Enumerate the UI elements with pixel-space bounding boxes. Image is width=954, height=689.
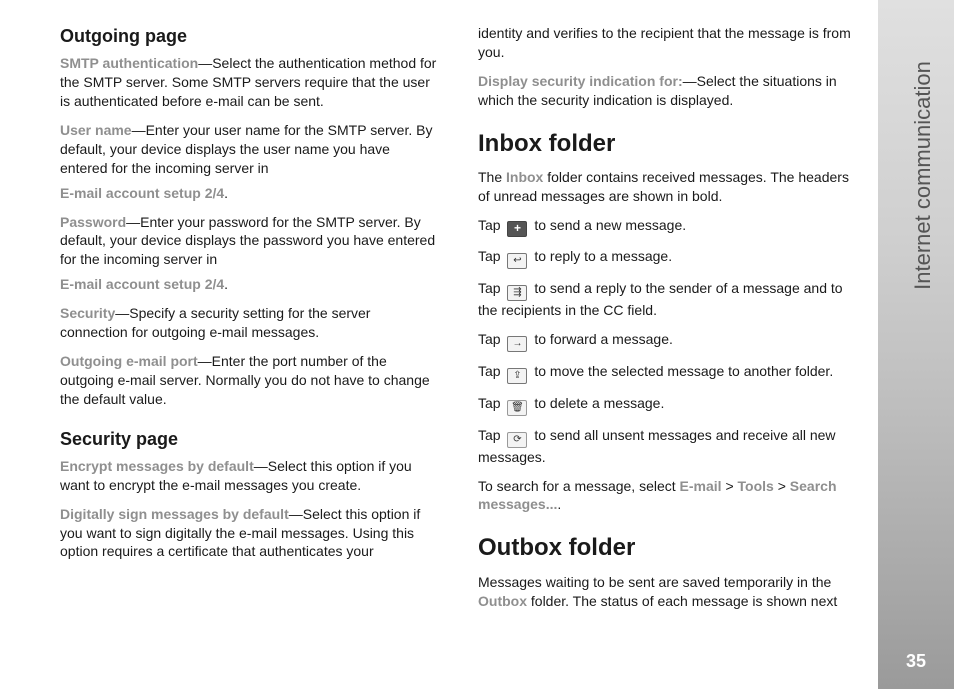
heading-outgoing-page: Outgoing page bbox=[60, 24, 440, 48]
column-left: Outgoing page SMTP authentication—Select… bbox=[60, 24, 440, 571]
heading-security-page: Security page bbox=[60, 427, 440, 451]
text: to send a new message. bbox=[530, 217, 686, 233]
heading-outbox-folder: Outbox folder bbox=[478, 532, 858, 564]
text: . bbox=[224, 185, 228, 201]
side-gradient: Internet communication 35 bbox=[878, 0, 954, 689]
para-smtp-auth: SMTP authentication—Select the authentic… bbox=[60, 54, 440, 111]
text: Tap bbox=[478, 248, 504, 264]
text: > bbox=[774, 478, 790, 494]
tap-sync: Tap ⟳ to send all unsent messages and re… bbox=[478, 426, 858, 467]
text: To search for a message, select bbox=[478, 478, 680, 494]
text: to reply to a message. bbox=[530, 248, 672, 264]
term-user-name: User name bbox=[60, 122, 132, 138]
page-number: 35 bbox=[898, 649, 934, 673]
text: to delete a message. bbox=[530, 395, 664, 411]
text: Tap bbox=[478, 280, 504, 296]
manual-page: Internet communication 35 Outgoing page … bbox=[0, 0, 954, 689]
reply-icon: ↩ bbox=[507, 253, 527, 269]
text: folder. The status of each message is sh… bbox=[527, 593, 837, 609]
text: to move the selected message to another … bbox=[530, 363, 833, 379]
para-outbox-desc: Messages waiting to be sent are saved te… bbox=[478, 573, 858, 611]
text: Tap bbox=[478, 427, 504, 443]
ref-account-setup-1: E-mail account setup 2/4 bbox=[60, 185, 224, 201]
text: to send all unsent messages and receive … bbox=[478, 427, 836, 465]
term-display-security: Display security indication for: bbox=[478, 73, 683, 89]
term-encrypt-default: Encrypt messages by default bbox=[60, 458, 254, 474]
para-sign-default: Digitally sign messages by default—Selec… bbox=[60, 505, 440, 562]
nav-tools: Tools bbox=[738, 478, 774, 494]
term-password: Password bbox=[60, 214, 126, 230]
para-encrypt-default: Encrypt messages by default—Select this … bbox=[60, 457, 440, 495]
text: > bbox=[722, 478, 738, 494]
reply-all-icon: ⇶ bbox=[507, 285, 527, 301]
tap-move: Tap ⇪ to move the selected message to an… bbox=[478, 362, 858, 384]
heading-inbox-folder: Inbox folder bbox=[478, 128, 858, 160]
tap-delete: Tap 🗑 to delete a message. bbox=[478, 394, 858, 416]
sync-icon: ⟳ bbox=[507, 432, 527, 448]
text: to send a reply to the sender of a messa… bbox=[478, 280, 843, 318]
term-security: Security bbox=[60, 305, 115, 321]
new-message-icon: + bbox=[507, 221, 527, 237]
nav-email: E-mail bbox=[680, 478, 722, 494]
text: Messages waiting to be sent are saved te… bbox=[478, 574, 831, 590]
column-right: identity and verifies to the recipient t… bbox=[478, 24, 858, 620]
tap-reply: Tap ↩ to reply to a message. bbox=[478, 247, 858, 269]
delete-icon: 🗑 bbox=[507, 400, 527, 416]
move-folder-icon: ⇪ bbox=[507, 368, 527, 384]
para-security: Security—Specify a security setting for … bbox=[60, 304, 440, 342]
term-sign-default: Digitally sign messages by default bbox=[60, 506, 289, 522]
tap-new-message: Tap + to send a new message. bbox=[478, 216, 858, 237]
para-inbox-desc: The Inbox folder contains received messa… bbox=[478, 168, 858, 206]
para-user-name: User name—Enter your user name for the S… bbox=[60, 121, 440, 178]
tap-forward: Tap → to forward a message. bbox=[478, 330, 858, 352]
text: Tap bbox=[478, 395, 504, 411]
term-outbox: Outbox bbox=[478, 593, 527, 609]
para-identity-cont: identity and verifies to the recipient t… bbox=[478, 24, 858, 62]
term-inbox: Inbox bbox=[506, 169, 543, 185]
para-search: To search for a message, select E-mail >… bbox=[478, 477, 858, 515]
para-password-ref: E-mail account setup 2/4. bbox=[60, 275, 440, 294]
text: to forward a message. bbox=[530, 331, 672, 347]
term-smtp-authentication: SMTP authentication bbox=[60, 55, 198, 71]
text: . bbox=[557, 496, 561, 512]
forward-icon: → bbox=[507, 336, 527, 352]
para-outgoing-port: Outgoing e-mail port—Enter the port numb… bbox=[60, 352, 440, 409]
para-display-security: Display security indication for:—Select … bbox=[478, 72, 858, 110]
term-outgoing-port: Outgoing e-mail port bbox=[60, 353, 198, 369]
text: The bbox=[478, 169, 506, 185]
section-label: Internet communication bbox=[908, 120, 938, 290]
text: Tap bbox=[478, 217, 504, 233]
ref-account-setup-2: E-mail account setup 2/4 bbox=[60, 276, 224, 292]
text: . bbox=[224, 276, 228, 292]
tap-reply-all: Tap ⇶ to send a reply to the sender of a… bbox=[478, 279, 858, 320]
text: Tap bbox=[478, 363, 504, 379]
text: Tap bbox=[478, 331, 504, 347]
para-user-name-ref: E-mail account setup 2/4. bbox=[60, 184, 440, 203]
para-password: Password—Enter your password for the SMT… bbox=[60, 213, 440, 270]
